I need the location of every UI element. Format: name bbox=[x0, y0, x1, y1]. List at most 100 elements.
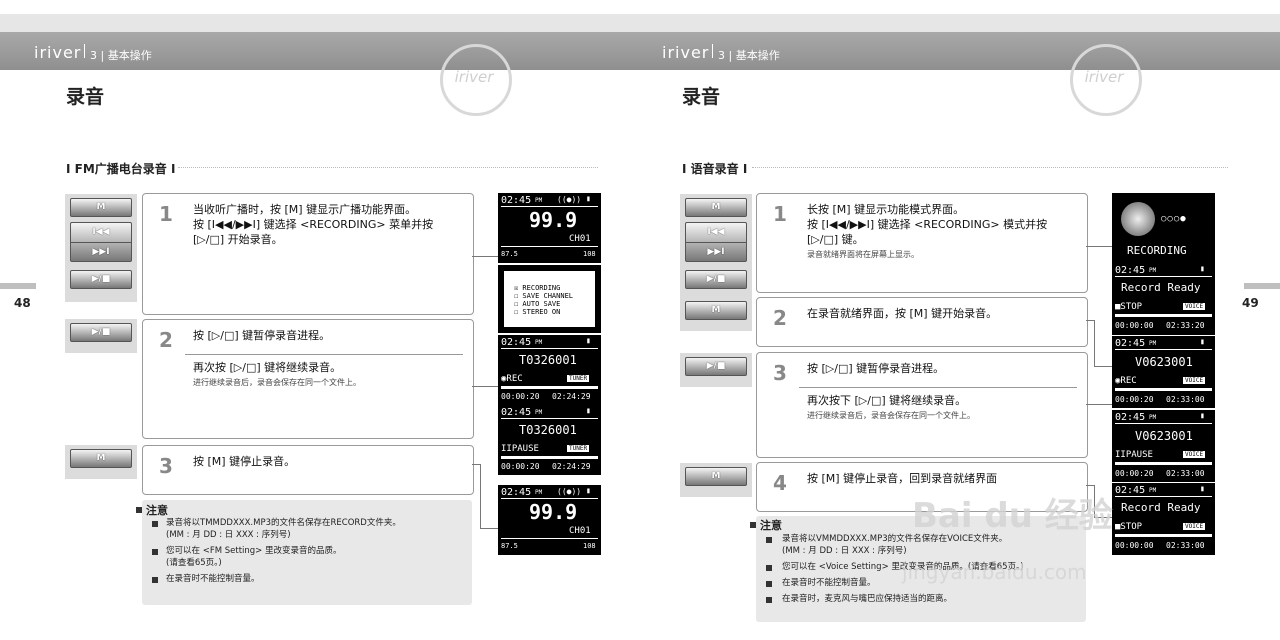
lcd-progress bbox=[501, 456, 598, 459]
note-marker-icon bbox=[750, 522, 756, 528]
note-item: 在录音时不能控制音量。 bbox=[782, 578, 876, 588]
lcd-pm: PM bbox=[535, 409, 543, 416]
page-number: 48 bbox=[14, 296, 31, 310]
lcd-time: 02:45 bbox=[501, 487, 532, 498]
menu-item[interactable]: ☐ STEREO ON bbox=[514, 308, 560, 316]
baidu-watermark-url: jingyan.baidu.com bbox=[902, 560, 1087, 584]
step-box: 2 按 [▷/□] 键暂停录音进程。 再次按 [▷/□] 键将继续录音。 进行继… bbox=[142, 319, 474, 439]
bullet-icon bbox=[766, 565, 772, 571]
lcd-menu: ☒ RECORDING ☐ SAVE CHANNEL ☐ AUTO SAVE ☐… bbox=[503, 270, 596, 328]
lcd-ready-label: Record Ready bbox=[1121, 281, 1201, 294]
lcd-frequency: 99.9 bbox=[529, 500, 578, 524]
lcd-pause-status: IIPAUSE bbox=[1115, 450, 1153, 460]
page-title: 录音 bbox=[66, 86, 105, 108]
side-tab bbox=[0, 283, 36, 289]
page-title: 录音 bbox=[682, 86, 721, 108]
step-line: [▷/□] 开始录音。 bbox=[193, 233, 283, 246]
lcd-screen-pause: 02:45 PM ▮ T0326001 IIPAUSE TUNER 00:00:… bbox=[498, 405, 601, 475]
button-group: ▶/■ bbox=[680, 353, 752, 387]
step-line: [▷/□] 键。 bbox=[807, 233, 864, 246]
top-strip bbox=[0, 14, 640, 32]
m-button[interactable]: M bbox=[70, 449, 132, 468]
step-number: 2 bbox=[773, 306, 787, 330]
lcd-divider bbox=[501, 418, 598, 419]
dotted-divider bbox=[752, 167, 1228, 168]
lcd-rec-status: ◉REC bbox=[1115, 376, 1137, 386]
play-stop-button[interactable]: ▶/■ bbox=[70, 323, 132, 342]
connector-line bbox=[1094, 320, 1095, 366]
button-group: M I◀◀ ▶▶I ▶/■ bbox=[65, 194, 137, 302]
play-stop-button[interactable]: ▶/■ bbox=[685, 270, 747, 289]
menu-item[interactable]: ☐ SAVE CHANNEL bbox=[514, 292, 573, 300]
play-stop-button[interactable]: ▶/■ bbox=[70, 270, 132, 289]
button-group: M bbox=[65, 445, 137, 479]
divider bbox=[799, 387, 1077, 388]
step-line: 按 [M] 键停止录音，回到录音就绪界面 bbox=[807, 472, 998, 485]
step-subtext: 录音就绪界面将在屏幕上显示。 bbox=[807, 250, 919, 259]
connector-line bbox=[480, 464, 481, 528]
step-line: 按 [M] 键停止录音。 bbox=[193, 455, 296, 468]
lcd-remaining: 02:33:20 bbox=[1166, 321, 1205, 330]
lcd-time: 02:45 bbox=[501, 407, 532, 418]
button-group: M bbox=[680, 463, 752, 497]
prev-button[interactable]: I◀◀ bbox=[686, 223, 746, 242]
lcd-tuner-badge: TUNER bbox=[567, 375, 590, 382]
connector-line bbox=[1086, 246, 1112, 247]
section-subtitle: I 语音录音 I bbox=[682, 162, 748, 176]
step-extra: 再次按下 [▷/□] 键将继续录音。 进行继续录音后，录音会保存在同一个文件上。 bbox=[807, 393, 975, 423]
skip-buttons[interactable]: I◀◀ ▶▶I bbox=[70, 222, 132, 262]
lcd-time: 02:45 bbox=[501, 195, 532, 206]
note-item: 您可以在 <FM Setting> 里改变录音的品质。 bbox=[166, 546, 342, 556]
lcd-time: 02:45 bbox=[1115, 338, 1146, 349]
bullet-icon bbox=[766, 537, 772, 543]
skip-buttons[interactable]: I◀◀ ▶▶I bbox=[685, 222, 747, 262]
lcd-voice-badge: VOICE bbox=[1183, 303, 1206, 310]
lcd-divider bbox=[1115, 349, 1212, 350]
lcd-screen-ready: 02:45 PM ▮ Record Ready ■STOP VOICE 00:0… bbox=[1112, 263, 1215, 335]
m-button[interactable]: M bbox=[685, 467, 747, 486]
battery-icon: ▮ bbox=[586, 406, 591, 415]
watermark-logo: iriver bbox=[1084, 68, 1124, 86]
m-button[interactable]: M bbox=[685, 301, 747, 320]
bullet-icon bbox=[152, 521, 158, 527]
note-item: (MM : 月 DD : 日 XXX : 序列号) bbox=[782, 546, 907, 556]
note-title: 注意 bbox=[146, 504, 168, 517]
connector-line bbox=[472, 464, 480, 465]
next-button[interactable]: ▶▶I bbox=[686, 242, 746, 262]
lcd-pm: PM bbox=[1149, 340, 1157, 347]
lcd-voice-badge: VOICE bbox=[1183, 377, 1206, 384]
section-label: 3 | 基本操作 bbox=[718, 49, 780, 62]
lcd-divider bbox=[1115, 423, 1212, 424]
lcd-divider bbox=[501, 498, 598, 499]
step-line: 长按 [M] 键显示功能模式界面。 bbox=[807, 203, 965, 216]
m-button[interactable]: M bbox=[685, 198, 747, 217]
prev-button[interactable]: I◀◀ bbox=[71, 223, 131, 242]
lcd-pm: PM bbox=[1149, 267, 1157, 274]
button-group: ▶/■ bbox=[65, 319, 137, 353]
lcd-voice-badge: VOICE bbox=[1183, 451, 1206, 458]
button-group: M bbox=[680, 297, 752, 331]
bullet-icon bbox=[152, 549, 158, 555]
lcd-filename: V0623001 bbox=[1135, 429, 1193, 443]
lcd-screen-rec: 02:45 PM ▮ V0623001 ◉REC VOICE 00:00:20 … bbox=[1112, 336, 1215, 408]
header-bar: iriver 3 | 基本操作 bbox=[640, 32, 1280, 70]
menu-item[interactable]: ☐ AUTO SAVE bbox=[514, 300, 560, 308]
bullet-icon bbox=[766, 597, 772, 603]
battery-icon: ▮ bbox=[1200, 264, 1205, 273]
lcd-filename: T0326001 bbox=[519, 423, 577, 437]
lcd-filename: T0326001 bbox=[519, 353, 577, 367]
lcd-scale bbox=[501, 538, 598, 539]
lcd-elapsed: 00:00:20 bbox=[1115, 395, 1154, 404]
play-stop-button[interactable]: ▶/■ bbox=[685, 357, 747, 376]
menu-item[interactable]: ☒ RECORDING bbox=[514, 284, 560, 292]
note-item: 录音将以TMMDDXXX.MP3的文件名保存在RECORD文件夹。 bbox=[166, 518, 401, 528]
section-label: 3 | 基本操作 bbox=[90, 49, 152, 62]
step-box: 1 当收听广播时，按 [M] 键显示广播功能界面。 按 [I◀◀/▶▶I] 键选… bbox=[142, 193, 474, 315]
step-box: 1 长按 [M] 键显示功能模式界面。 按 [I◀◀/▶▶I] 键选择 <REC… bbox=[756, 193, 1088, 293]
lcd-screen-pause: 02:45 PM ▮ V0623001 IIPAUSE VOICE 00:00:… bbox=[1112, 410, 1215, 482]
m-button[interactable]: M bbox=[70, 198, 132, 217]
connector-line bbox=[1086, 404, 1112, 405]
lcd-scale-low: 87.5 bbox=[501, 250, 518, 258]
next-button[interactable]: ▶▶I bbox=[71, 242, 131, 262]
lcd-frequency: 99.9 bbox=[529, 208, 578, 232]
